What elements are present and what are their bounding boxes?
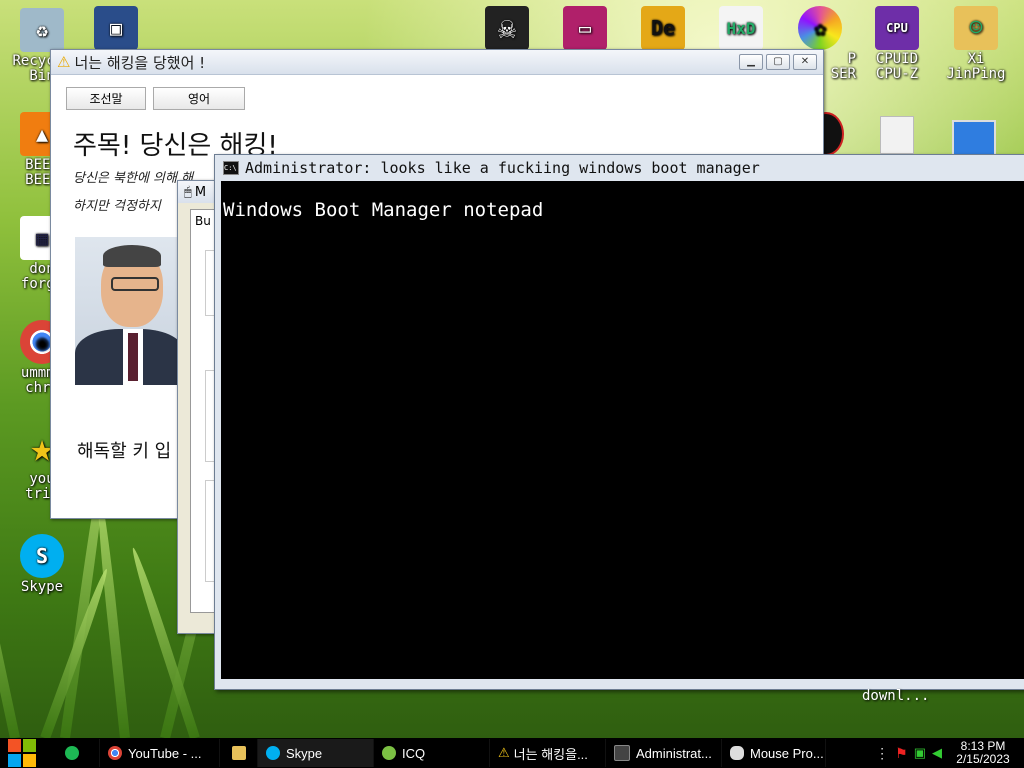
cmd-console[interactable]: Windows Boot Manager notepad — [221, 181, 1024, 679]
folder-icon — [231, 746, 246, 760]
ransom-window-title: 너는 해킹을 당했어 ! — [74, 53, 206, 72]
desktop: ♻ Recycle Bin ▲ BEEP BEEP ▦ don forge ◉ … — [0, 0, 1024, 738]
close-button[interactable]: ✕ — [793, 54, 817, 70]
recycle-bin-icon: ♻ — [20, 8, 64, 52]
desktop-icon-hxd[interactable]: HxD — [699, 6, 783, 52]
skype-icon — [266, 746, 280, 760]
cmd-output-line: Windows Boot Manager notepad — [223, 199, 544, 221]
taskbar-item-mouse[interactable]: Mouse Pro... — [722, 739, 826, 767]
taskbar-item-folder[interactable] — [220, 739, 258, 767]
clock[interactable]: 8:13 PM 2/15/2023 — [948, 740, 1024, 766]
mouse-icon — [730, 746, 744, 760]
maximize-button[interactable]: ▢ — [766, 54, 790, 70]
clock-date: 2/15/2023 — [956, 752, 1010, 766]
cmd-icon — [614, 745, 630, 761]
chat-icon — [64, 746, 79, 760]
warning-icon: ⚠ — [57, 53, 71, 71]
taskbar-item-chat[interactable] — [44, 739, 100, 767]
cpuz-icon: CPU — [875, 6, 919, 50]
desktop-icon-cpuz[interactable]: CPU CPUID CPU-Z — [855, 6, 939, 82]
desktop-icon-user-folder[interactable]: ☺ Xi JinPing — [934, 6, 1018, 82]
taskbar-item-cmd[interactable]: Administrat... — [606, 739, 722, 767]
desktop-icon-skype[interactable]: S Skype — [0, 534, 84, 595]
desktop-icon-download-label[interactable]: downl... — [862, 688, 929, 704]
desktop-icon-skull[interactable]: ☠ — [465, 6, 549, 52]
grass-decoration — [93, 488, 130, 738]
lang-english-button[interactable]: 영어 — [153, 87, 245, 110]
decrypt-key-prompt: 해독할 키 입 — [77, 441, 172, 462]
system-tray: ⋮ ⚑ ▣ ◀ — [875, 745, 948, 762]
icq-icon — [382, 746, 396, 760]
start-button[interactable] — [0, 738, 44, 768]
warning-icon: ⚠ — [498, 745, 510, 760]
chrome-icon — [108, 746, 122, 760]
tray-overflow-icon[interactable]: ⋮ — [875, 745, 889, 762]
de-icon: De — [641, 6, 685, 50]
cmd-window: C:\ Administrator: looks like a fuckiing… — [214, 154, 1024, 690]
lang-korean-button[interactable]: 조선말 — [66, 87, 146, 110]
virtualbox-icon: ▣ — [94, 6, 138, 50]
taskbar-item-icq[interactable]: ICQ — [374, 739, 490, 767]
hxd-icon: HxD — [719, 6, 763, 50]
taskbar: YouTube - ... Skype ICQ ⚠ 너는 해킹을... Admi… — [0, 738, 1024, 768]
windows-logo-icon — [8, 739, 36, 767]
computer-icon[interactable] — [952, 120, 996, 156]
user-folder-icon: ☺ — [954, 6, 998, 50]
minimize-button[interactable]: ▁ — [739, 54, 763, 70]
taskbar-item-ransom[interactable]: ⚠ 너는 해킹을... — [490, 739, 606, 767]
network-icon[interactable]: ▣ — [914, 745, 926, 761]
desktop-icon-virtualbox[interactable]: ▣ — [74, 6, 158, 52]
flag-icon[interactable]: ⚑ — [895, 745, 908, 762]
skype-icon: S — [20, 534, 64, 578]
portrait-image — [75, 237, 185, 385]
desktop-icon-de[interactable]: De — [621, 6, 705, 52]
cmd-icon: C:\ — [223, 161, 239, 175]
taskbar-item-youtube[interactable]: YouTube - ... — [100, 739, 220, 767]
monitor-icon: ▭ — [563, 6, 607, 50]
ransom-line-1: 당신은 북한에 의해 해 — [73, 171, 194, 186]
document-icon[interactable] — [880, 116, 914, 154]
skull-icon: ☠ — [485, 6, 529, 50]
desktop-icon-monitor[interactable]: ▭ — [543, 6, 627, 52]
taskbar-item-skype[interactable]: Skype — [258, 739, 374, 767]
cmd-window-titlebar[interactable]: C:\ Administrator: looks like a fuckiing… — [215, 155, 1024, 181]
volume-icon[interactable]: ◀ — [932, 745, 942, 761]
color-wheel-icon: ✿ — [798, 6, 842, 50]
ransom-window-titlebar[interactable]: ⚠ 너는 해킹을 당했어 ! ▁ ▢ ✕ — [51, 50, 823, 75]
ransom-line-2: 하지만 걱정하지 — [73, 199, 161, 214]
mouse-icon: 🖱 — [184, 184, 192, 200]
